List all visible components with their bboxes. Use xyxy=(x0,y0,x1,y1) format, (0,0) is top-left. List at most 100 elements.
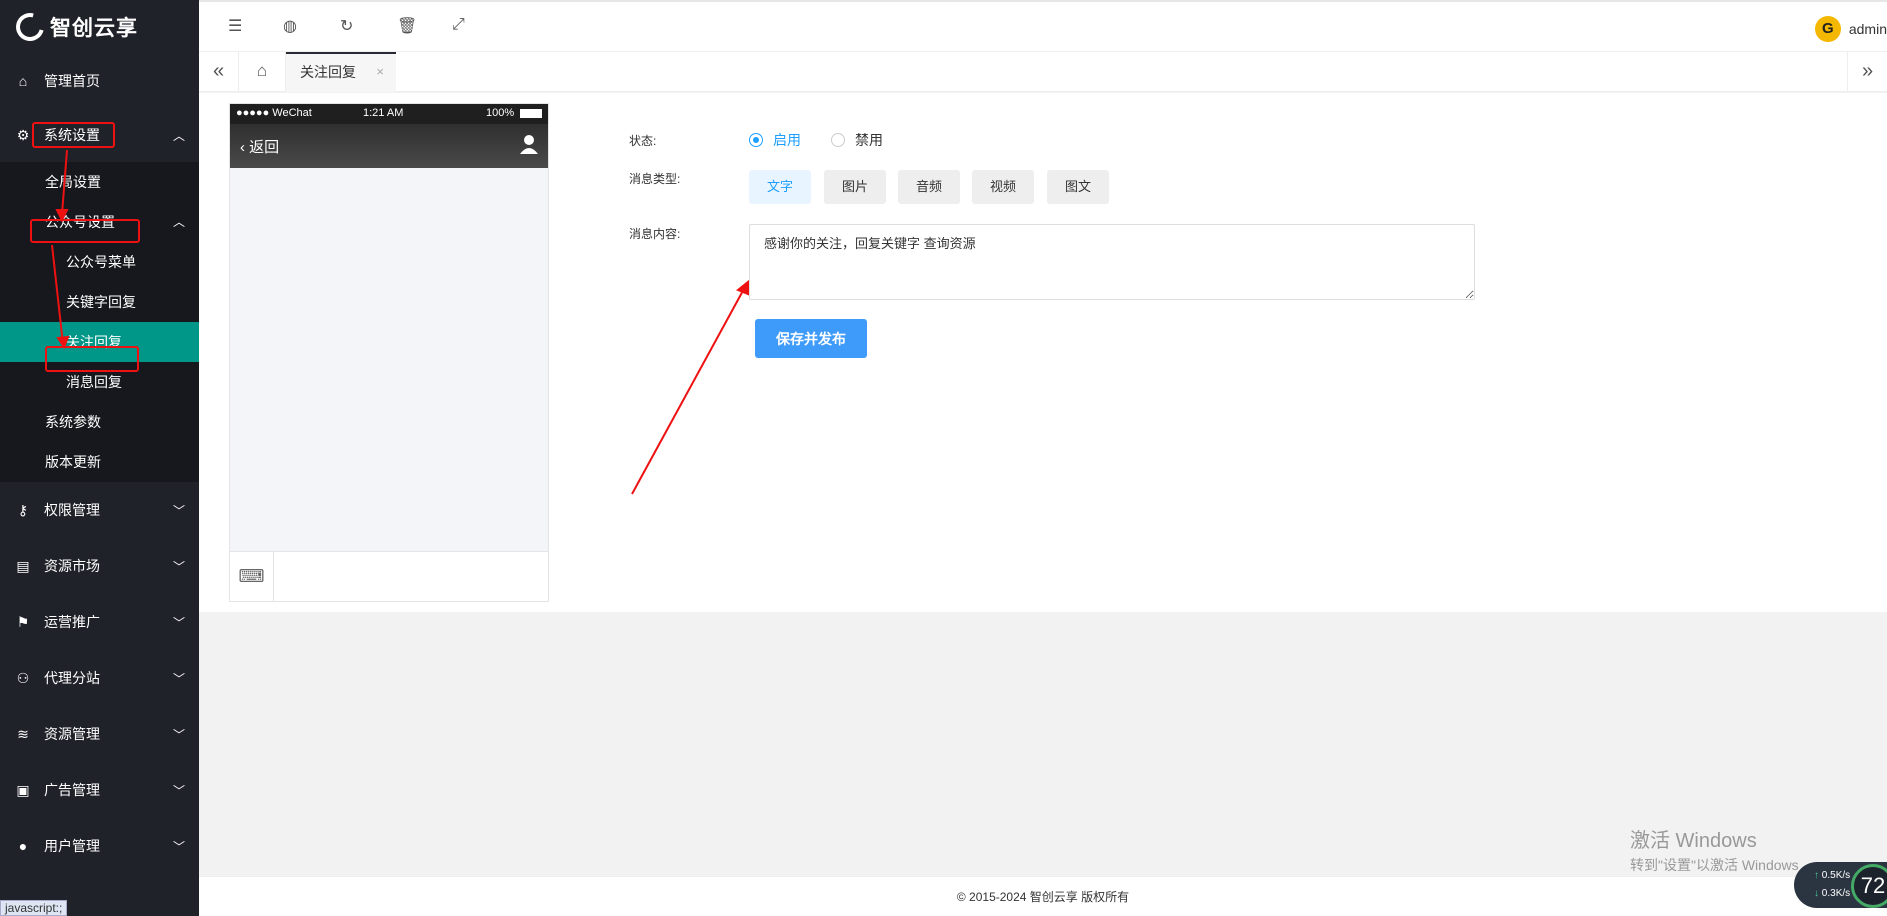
tab-follow-reply[interactable]: 关注回复 × xyxy=(286,52,396,92)
close-icon[interactable]: × xyxy=(376,54,384,90)
home-icon: ⌂ xyxy=(18,73,28,89)
chevron-up-icon: ︿ xyxy=(172,128,185,143)
tab-label: 关注回复 xyxy=(300,64,356,80)
sidebar-item-ads[interactable]: ▣ 广告管理 ﹀ xyxy=(0,762,199,818)
chevron-down-icon: ﹀ xyxy=(172,839,185,854)
sidebar-item-label: 系统参数 xyxy=(45,414,101,430)
radio-dot xyxy=(749,133,763,147)
fullscreen-icon[interactable]: ⤢ xyxy=(452,16,465,34)
sidebar-item-label: 系统设置 xyxy=(44,127,100,143)
sidebar-item-home[interactable]: ⌂ 管理首页 xyxy=(0,54,199,108)
sidebar-item-label: 资源管理 xyxy=(44,726,100,742)
users-icon: ⚇ xyxy=(16,669,30,686)
globe-icon[interactable]: ◍ xyxy=(283,16,297,36)
type-video-button[interactable]: 视频 xyxy=(972,170,1035,204)
download-arrow-icon: ↓ xyxy=(1814,888,1819,899)
sidebar-item-params[interactable]: 系统参数 xyxy=(0,402,199,442)
upload-speed: ↑ 0.5K/s xyxy=(1814,870,1850,881)
chevron-down-icon: ﹀ xyxy=(172,671,185,686)
user-menu[interactable]: G admin xyxy=(1814,16,1887,42)
download-unit: K/s xyxy=(1835,888,1851,899)
flag-icon: ⚑ xyxy=(16,613,30,630)
watermark-title: 激活 Windows xyxy=(1630,830,1757,852)
sidebar-item-label: 公众号设置 xyxy=(45,214,115,230)
download-speed: ↓ 0.3K/s xyxy=(1814,888,1850,899)
phone-input-bar: ⌨ xyxy=(230,551,548,602)
watermark-subtitle: 转到"设置"以激活 Windows xyxy=(1630,857,1799,873)
refresh-icon[interactable]: ↻ xyxy=(340,16,353,36)
phone-header: ‹ 返回 xyxy=(230,124,548,168)
tab-scroll-left-icon[interactable]: « xyxy=(199,52,239,92)
sidebar-item-label: 公众号菜单 xyxy=(66,254,136,270)
logo[interactable]: 智创云享 xyxy=(0,0,199,54)
sidebar-item-promotion[interactable]: ⚑ 运营推广 ﹀ xyxy=(0,594,199,650)
sidebar-item-label: 资源市场 xyxy=(44,558,100,574)
sidebar-item-mp-menu[interactable]: 公众号菜单 xyxy=(0,242,199,282)
layers-icon: ≋ xyxy=(17,725,29,742)
sidebar-item-keyword-reply[interactable]: 关键字回复 xyxy=(0,282,199,322)
type-news-button[interactable]: 图文 xyxy=(1047,170,1110,204)
type-image-button[interactable]: 图片 xyxy=(824,170,887,204)
avatar: G xyxy=(1814,16,1841,42)
key-user-icon: ⚷ xyxy=(17,501,29,518)
network-speed-widget[interactable]: ↑ 0.5K/s ↓ 0.3K/s 72 xyxy=(1794,862,1887,908)
upload-arrow-icon: ↑ xyxy=(1814,870,1819,881)
sidebar-item-label: 权限管理 xyxy=(44,502,100,518)
main-content: ●●●●● WeChat 1:21 AM 100% ‹ 返回 ⌨ 状态: 启用 … xyxy=(199,93,1887,612)
sidebar-item-agents[interactable]: ⚇ 代理分站 ﹀ xyxy=(0,650,199,706)
sidebar-item-label: 代理分站 xyxy=(44,670,100,686)
phone-carrier: ●●●●● WeChat xyxy=(236,107,312,119)
chevron-down-icon: ﹀ xyxy=(172,783,185,798)
chevron-down-icon: ﹀ xyxy=(172,615,185,630)
sidebar-item-update[interactable]: 版本更新 xyxy=(0,442,199,482)
content-label: 消息内容: xyxy=(629,227,681,241)
ad-icon: ▣ xyxy=(16,781,30,798)
tab-scroll-right-icon[interactable]: » xyxy=(1847,52,1887,92)
type-text-button[interactable]: 文字 xyxy=(749,170,812,204)
home-tab-icon[interactable]: ⌂ xyxy=(239,52,286,92)
windows-activation-watermark: 激活 Windows 转到"设置"以激活 Windows xyxy=(1630,824,1799,875)
trash-icon[interactable]: 🗑 xyxy=(397,16,417,36)
sidebar: 智创云享 ⌂ 管理首页 ⚙ 系统设置 ︿ 全局设置 公众号设置 ︿ 公众号菜单 … xyxy=(0,0,199,916)
phone-time: 1:21 AM xyxy=(363,107,404,119)
sidebar-item-users[interactable]: ● 用户管理 ﹀ xyxy=(0,818,199,874)
radio-label: 禁用 xyxy=(855,132,883,148)
phone-status-bar: ●●●●● WeChat 1:21 AM 100% xyxy=(230,104,548,124)
status-disabled-radio[interactable]: 禁用 xyxy=(831,130,883,150)
chevron-up-icon: ︿ xyxy=(172,215,185,229)
logo-mark-icon xyxy=(10,7,50,47)
sidebar-item-follow-reply[interactable]: 关注回复 xyxy=(0,322,199,362)
browser-status-tip: javascript:; xyxy=(0,900,68,916)
chevron-down-icon: ﹀ xyxy=(172,503,185,518)
type-audio-button[interactable]: 音频 xyxy=(898,170,961,204)
phone-back-label: 返回 xyxy=(249,139,280,156)
sidebar-item-label: 关键字回复 xyxy=(66,294,136,310)
gear-icon: ⚙ xyxy=(16,126,30,143)
sidebar-item-label: 运营推广 xyxy=(44,614,100,630)
usage-gauge: 72 xyxy=(1851,864,1887,908)
tab-bar: « ⌂ 关注回复 × » xyxy=(199,52,1887,92)
sidebar-item-resources[interactable]: ≋ 资源管理 ﹀ xyxy=(0,706,199,762)
status-label: 状态: xyxy=(629,134,657,148)
message-content-input[interactable]: 感谢你的关注，回复关键字 查询资源 xyxy=(749,224,1475,300)
phone-back: ‹ 返回 xyxy=(240,139,280,156)
sidebar-item-label: 全局设置 xyxy=(45,174,101,190)
footer: © 2015-2024 智创云享 版权所有 xyxy=(199,876,1887,916)
system-submenu: 全局设置 公众号设置 ︿ 公众号菜单 关键字回复 关注回复 消息回复 系统参数 … xyxy=(0,162,199,482)
sidebar-item-mp-settings[interactable]: 公众号设置 ︿ xyxy=(0,202,199,242)
sidebar-item-system[interactable]: ⚙ 系统设置 ︿ xyxy=(0,108,199,162)
sidebar-item-permissions[interactable]: ⚷ 权限管理 ﹀ xyxy=(0,482,199,538)
sidebar-item-label: 管理首页 xyxy=(44,73,100,89)
sidebar-item-label: 关注回复 xyxy=(66,334,122,350)
menu-fold-icon[interactable]: ☰ xyxy=(228,16,242,36)
sidebar-item-global[interactable]: 全局设置 xyxy=(0,162,199,202)
upload-unit: K/s xyxy=(1835,870,1851,881)
sidebar-item-message-reply[interactable]: 消息回复 xyxy=(0,362,199,402)
download-value: 0.3 xyxy=(1821,888,1836,899)
phone-user-icon xyxy=(520,135,538,154)
radio-dot xyxy=(831,133,845,147)
sidebar-item-market[interactable]: ▤ 资源市场 ﹀ xyxy=(0,538,199,594)
status-enabled-radio[interactable]: 启用 xyxy=(749,130,801,150)
username: admin xyxy=(1848,21,1887,37)
save-publish-button[interactable]: 保存并发布 xyxy=(755,319,867,358)
